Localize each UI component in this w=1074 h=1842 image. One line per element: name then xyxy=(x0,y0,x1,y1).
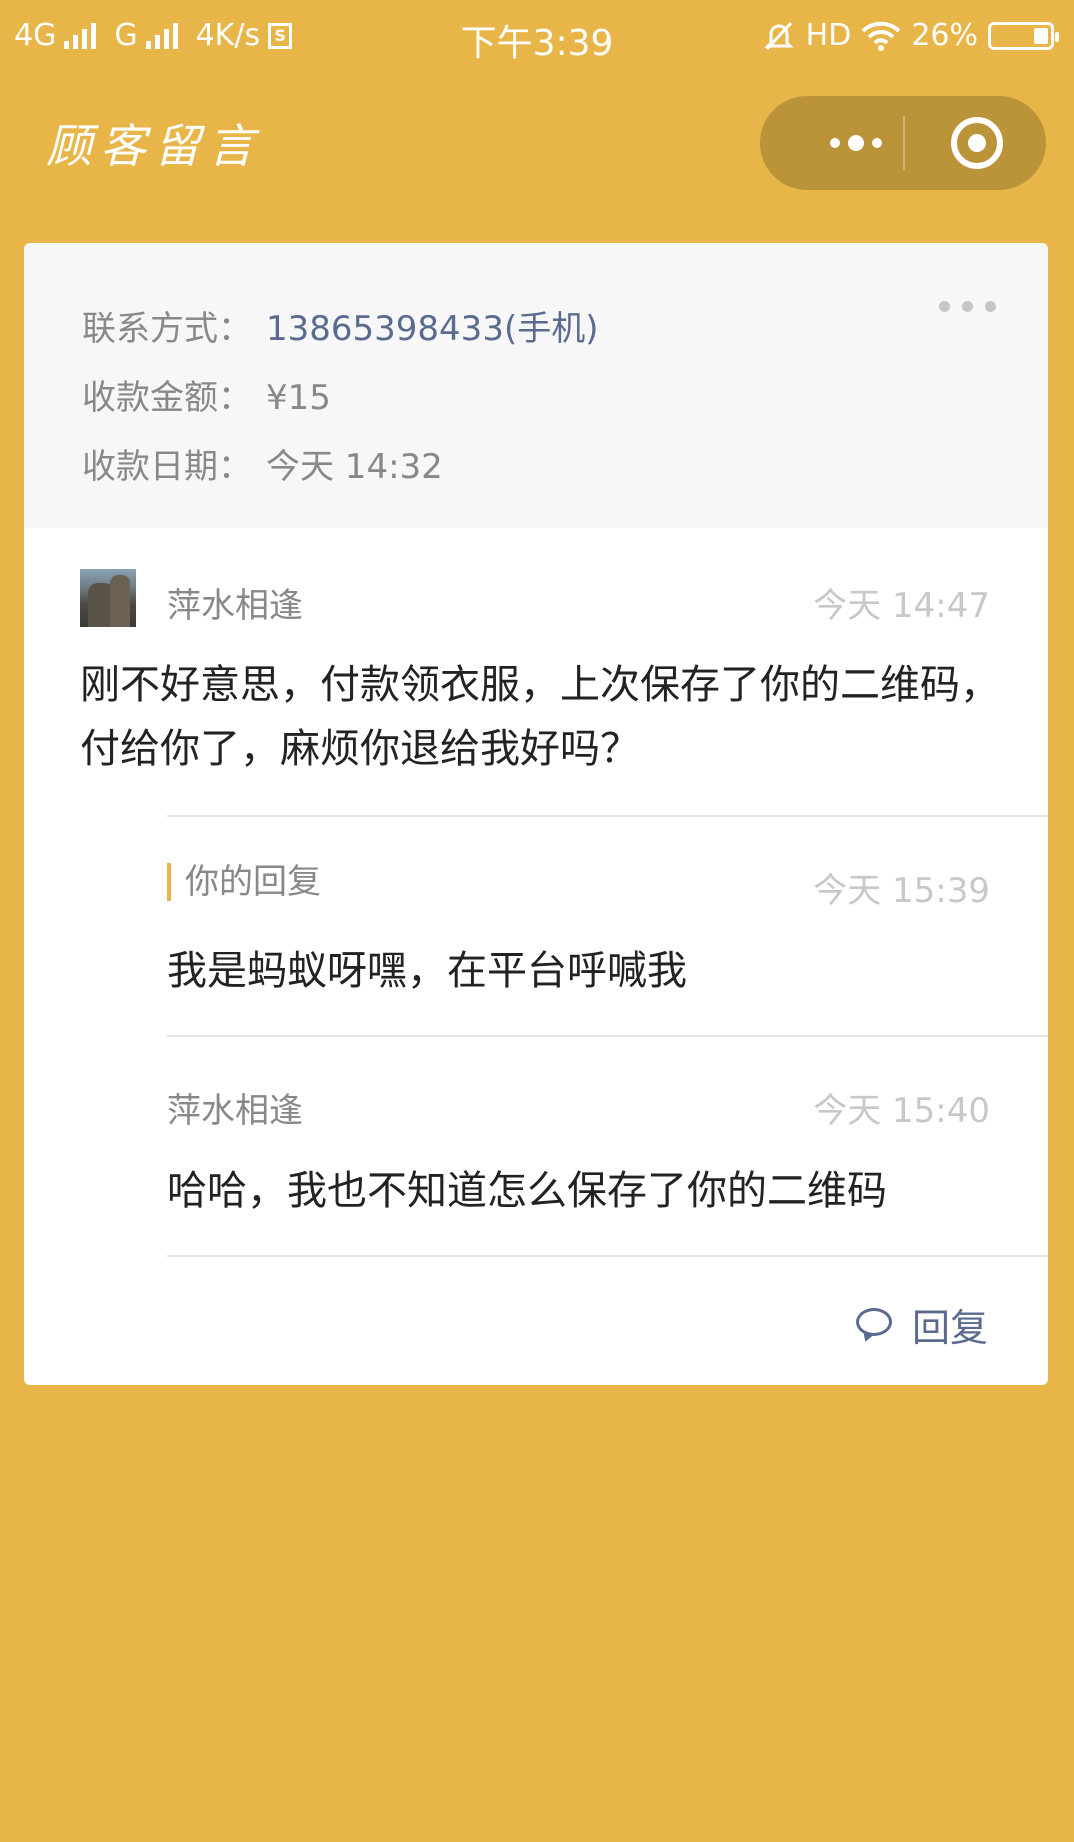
more-menu-button[interactable] xyxy=(808,96,904,190)
page-title: 顾客留言 xyxy=(46,119,262,173)
more-options-icon[interactable] xyxy=(939,301,996,312)
mute-alarm-icon xyxy=(764,21,794,50)
date-value: 今天 14:32 xyxy=(266,447,443,487)
comment-bubble-icon xyxy=(855,1307,896,1342)
customer-name: 萍水相逢 xyxy=(167,586,303,626)
reply-button-label: 回复 xyxy=(911,1306,988,1350)
status-bar: 4G G 4K/s S 下午3:39 HD 26% xyxy=(0,0,1074,72)
battery-icon xyxy=(988,21,1059,50)
avatar xyxy=(80,569,136,627)
contact-row: 联系方式： 13865398433(手机) xyxy=(82,301,598,350)
dot-icon xyxy=(830,138,840,148)
customer-message: 刚不好意思，付款领衣服，上次保存了你的二维码，付给你了，麻烦你退给我好吗？ xyxy=(80,662,1000,772)
contact-label: 联系方式： xyxy=(82,309,252,349)
customer-message: 哈哈，我也不知道怎么保存了你的二维码 xyxy=(167,1168,887,1214)
message-card: 联系方式： 13865398433(手机) 收款金额： ¥15 收款日期： 今天 14… xyxy=(24,243,1048,1385)
amount-value: ¥15 xyxy=(266,378,331,418)
divider xyxy=(167,815,1048,817)
your-reply-label: 你的回复 xyxy=(167,863,321,901)
contact-phone-link[interactable]: 13865398433(手机) xyxy=(266,309,598,349)
reply-button[interactable]: 回复 xyxy=(855,1297,988,1352)
message-time: 今天 15:40 xyxy=(813,1091,990,1131)
wifi-icon xyxy=(861,21,901,51)
customer-name: 萍水相逢 xyxy=(167,1091,303,1131)
mini-program-capsule xyxy=(760,96,1046,190)
reply-message: 我是蚂蚁呀嘿，在平台呼喊我 xyxy=(167,948,687,994)
divider xyxy=(167,1255,1048,1257)
dot-icon xyxy=(848,135,864,151)
hd-badge: HD xyxy=(805,18,852,53)
capsule-divider xyxy=(903,116,905,170)
reply-time: 今天 15:39 xyxy=(813,871,990,911)
date-label: 收款日期： xyxy=(82,447,252,487)
battery-percent: 26% xyxy=(911,18,978,53)
amount-label: 收款金额： xyxy=(82,378,252,418)
amount-row: 收款金额： ¥15 xyxy=(82,370,331,419)
divider xyxy=(167,1035,1048,1037)
dot-icon xyxy=(872,138,882,148)
payment-info: 联系方式： 13865398433(手机) 收款金额： ¥15 收款日期： 今天 14… xyxy=(24,243,1048,528)
close-target-icon[interactable] xyxy=(951,117,1003,169)
message-time: 今天 14:47 xyxy=(813,586,990,626)
date-row: 收款日期： 今天 14:32 xyxy=(82,439,443,488)
status-right: HD 26% xyxy=(762,18,1059,53)
